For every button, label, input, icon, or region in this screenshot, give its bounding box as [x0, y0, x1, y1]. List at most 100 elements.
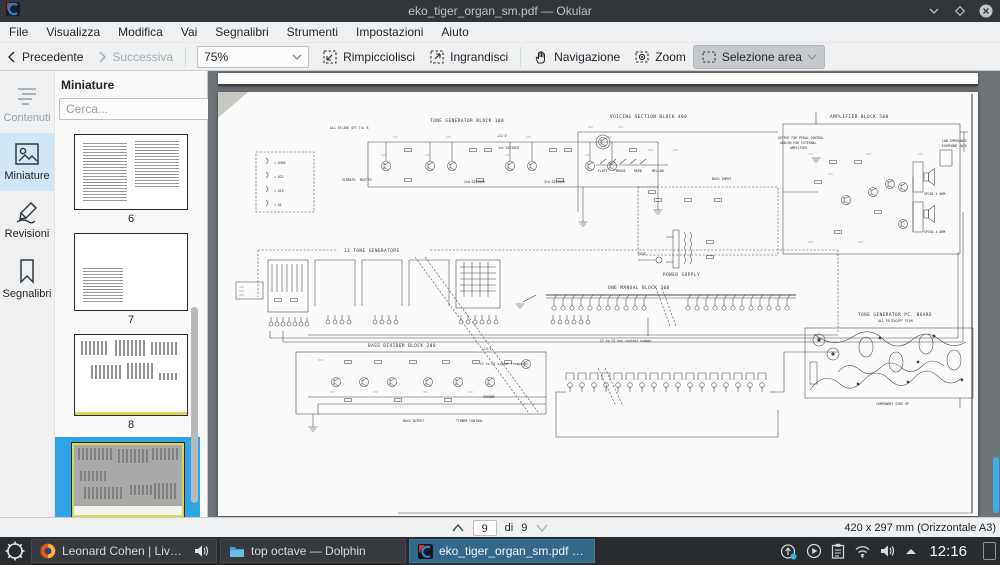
show-desktop-button[interactable]	[983, 542, 996, 560]
zoom-out-label: Rimpicciolisci	[343, 50, 415, 64]
svg-text:FLUTE: FLUTE	[598, 169, 608, 173]
thumbnail-page-8[interactable]: 8	[55, 328, 207, 433]
sidebar-item-miniature[interactable]: Miniature	[0, 133, 54, 191]
svg-text:C1 to C5 key contact number: C1 to C5 key contact number	[600, 339, 652, 343]
panel-scrollbar[interactable]	[191, 307, 198, 503]
svg-text:3rd DIVIDER: 3rd DIVIDER	[544, 180, 565, 184]
svg-text:POWER SUPPLY: POWER SUPPLY	[663, 272, 700, 278]
svg-text:BRASS: BRASS	[616, 169, 626, 173]
chevron-down-icon[interactable]	[535, 523, 549, 533]
menu-modifica[interactable]: Modifica	[109, 22, 172, 43]
svg-text:BASS DIVIDER BLOCK 200: BASS DIVIDER BLOCK 200	[368, 343, 436, 349]
previous-page-button[interactable]: Precedente	[0, 47, 90, 67]
app-launcher-button[interactable]	[0, 537, 30, 565]
thumbnail-page-6[interactable]: 6	[55, 128, 207, 227]
svg-text:MASTER: MASTER	[360, 178, 372, 182]
task-okular[interactable]: eko_tiger_organ_sm.pdf — Okular	[409, 539, 595, 563]
svg-text:=.0366: =.0366	[274, 161, 286, 165]
task-firefox[interactable]: Leonard Cohen | Live: 1993.0...	[31, 539, 217, 563]
firefox-icon	[40, 543, 56, 559]
clipboard-icon[interactable]	[831, 543, 845, 559]
toolbar: Precedente Successiva 75% Rimpicciolisci…	[0, 43, 1000, 71]
svg-text:VOICING SECTION BLOCK 400: VOICING SECTION BLOCK 400	[610, 114, 687, 120]
thumbnails-panel: Miniature 6 7	[55, 71, 208, 517]
zoom-area-icon	[634, 49, 650, 65]
svg-text:BASS OUTPUT: BASS OUTPUT	[403, 419, 424, 423]
area-selection-label: Selezione area	[722, 50, 802, 64]
okular-icon	[418, 544, 433, 559]
updates-icon[interactable]	[780, 543, 797, 560]
menu-file[interactable]: File	[0, 22, 37, 43]
svg-text:VIBRATO: VIBRATO	[342, 178, 356, 182]
statusbar: 9 di 9 420 x 297 mm (Orizzontale A3)	[0, 517, 1000, 537]
sidebar-label-contenuti: Contenuti	[3, 112, 50, 124]
svg-text:TONE GENERATOR BLOCK 100: TONE GENERATOR BLOCK 100	[430, 118, 504, 124]
menu-aiuto[interactable]: Aiuto	[432, 22, 477, 43]
window-title: eko_tiger_organ_sm.pdf — Okular	[0, 4, 1000, 18]
menubar: File Visualizza Modifica Vai Segnalibri …	[0, 22, 1000, 43]
sidebar-item-revisioni[interactable]: Revisioni	[0, 191, 54, 249]
search-input[interactable]	[59, 98, 228, 120]
menu-visualizza[interactable]: Visualizza	[37, 22, 109, 43]
svg-text:+14 V.: +14 V.	[482, 347, 494, 351]
thumbnail-page-number: 6	[128, 213, 134, 225]
menu-segnalibri[interactable]: Segnalibri	[206, 22, 277, 43]
svg-text:FUSE: FUSE	[638, 252, 646, 256]
task-label: eko_tiger_organ_sm.pdf — Okular	[439, 544, 586, 558]
sidebar-item-contenuti[interactable]: Contenuti	[0, 77, 54, 133]
zoom-combobox[interactable]: 75%	[197, 46, 309, 68]
next-page-button[interactable]: Successiva	[90, 47, 180, 67]
chevron-up-icon[interactable]	[451, 523, 465, 533]
svg-text:MELLOW: MELLOW	[652, 169, 664, 173]
svg-text:ALL TR EXCEPT FILM: ALL TR EXCEPT FILM	[878, 319, 913, 323]
zoom-tool-button[interactable]: Zoom	[627, 46, 693, 68]
svg-text:COMPONENT SIDE UP: COMPONENT SIDE UP	[876, 402, 909, 406]
media-player-icon[interactable]	[806, 543, 822, 559]
document-view[interactable]: TONE GENERATOR BLOCK 100 ALL TR ARE SFT …	[208, 71, 1000, 517]
current-page-input[interactable]: 9	[473, 520, 497, 536]
svg-text:1st DIVIDER: 1st DIVIDER	[498, 146, 519, 150]
browse-tool-button[interactable]: Navigazione	[526, 46, 627, 68]
svg-text:ALL TR ARE SFT T41 B: ALL TR ARE SFT T41 B	[330, 126, 368, 130]
maximize-button[interactable]	[952, 3, 968, 19]
close-button[interactable]	[978, 3, 994, 19]
vertical-scrollbar[interactable]	[993, 457, 999, 513]
zoom-out-button[interactable]: Rimpicciolisci	[315, 46, 422, 68]
chevron-right-icon	[97, 51, 107, 63]
thumbnail-page-7[interactable]: 7	[55, 227, 207, 328]
panel-title: Miniature	[55, 71, 207, 98]
svg-text:+12 V: +12 V	[497, 134, 507, 138]
svg-text:TONE GENERATOR PC. BOARD: TONE GENERATOR PC. BOARD	[858, 312, 932, 318]
zoom-in-button[interactable]: Ingrandisci	[422, 46, 515, 68]
audio-playing-icon[interactable]	[194, 545, 208, 557]
sidebar-item-segnalibri[interactable]: Segnalibri	[0, 249, 54, 309]
zoom-in-icon	[429, 49, 445, 65]
okular-window: eko_tiger_organ_sm.pdf — Okular File Vis…	[0, 0, 1000, 565]
minimize-button[interactable]	[926, 3, 942, 19]
svg-text:LOW IMPEDANCE: LOW IMPEDANCE	[942, 139, 967, 143]
svg-text:ONE MANUAL BLOCK 300: ONE MANUAL BLOCK 300	[608, 285, 670, 291]
sidebar-label-miniature: Miniature	[4, 170, 49, 182]
page-9: TONE GENERATOR BLOCK 100 ALL TR ARE SFT …	[218, 92, 978, 516]
area-selection-button[interactable]: Selezione area	[693, 45, 825, 69]
menu-impostazioni[interactable]: Impostazioni	[347, 22, 432, 43]
menu-strumenti[interactable]: Strumenti	[278, 22, 347, 43]
sidebar-label-revisioni: Revisioni	[5, 228, 50, 240]
zoom-tool-label: Zoom	[655, 50, 686, 64]
titlebar: eko_tiger_organ_sm.pdf — Okular	[0, 0, 1000, 22]
task-label: top octave — Dolphin	[251, 544, 397, 558]
wifi-icon[interactable]	[854, 544, 871, 558]
volume-icon[interactable]	[880, 544, 896, 558]
bookmark-icon	[15, 257, 39, 285]
svg-text:AMPLIFIER BLOCK 500: AMPLIFIER BLOCK 500	[830, 114, 889, 120]
clock[interactable]: 12:16	[929, 543, 967, 560]
zoom-in-label: Ingrandisci	[450, 50, 508, 64]
svg-text:REED: REED	[634, 169, 642, 173]
kde-launcher-icon	[5, 541, 25, 561]
menu-vai[interactable]: Vai	[172, 22, 206, 43]
task-dolphin[interactable]: top octave — Dolphin	[220, 539, 406, 563]
thumbnail-list: 6 7	[55, 126, 207, 517]
previous-page-label: Precedente	[22, 50, 83, 64]
thumbnail-page-9[interactable]: 9	[55, 437, 200, 517]
tray-expand-icon[interactable]	[905, 547, 917, 555]
